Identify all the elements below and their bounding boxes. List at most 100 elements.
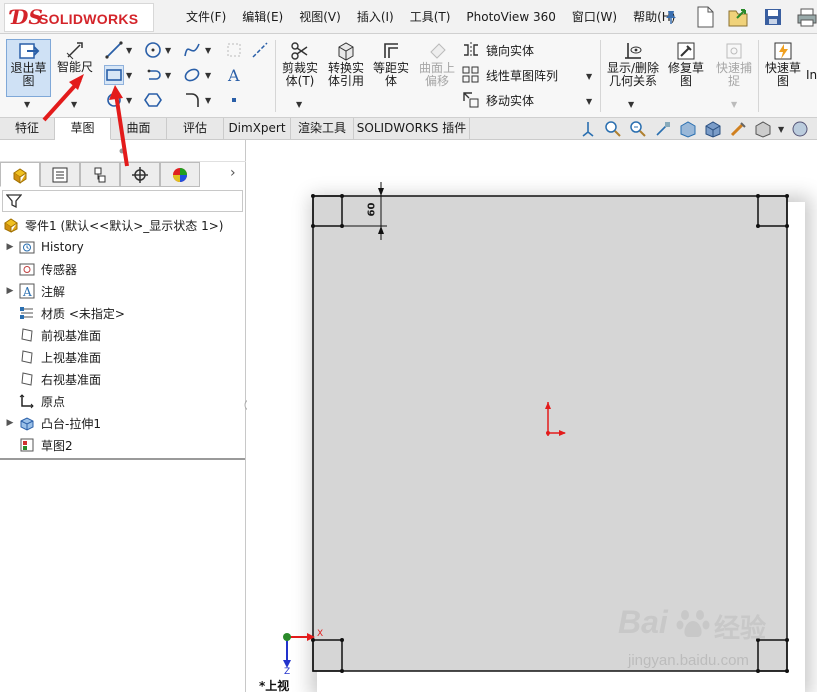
tree-item-right-plane[interactable]: 右视基准面 [18, 368, 101, 390]
tab-solidworks-addins[interactable]: SOLIDWORKS 插件 [354, 118, 470, 139]
print-icon[interactable] [794, 4, 817, 30]
circle-dropdown-icon[interactable]: ▼ [165, 46, 171, 55]
new-file-icon[interactable] [692, 4, 718, 30]
tab-evaluate[interactable]: 评估 [167, 118, 224, 139]
tree-item-annotations[interactable]: ▶ A 注解 [2, 280, 65, 302]
open-file-icon[interactable] [726, 4, 752, 30]
move-entities-icon [463, 92, 479, 108]
point-icon[interactable] [224, 90, 244, 110]
menu-view[interactable]: 视图(V) [291, 0, 349, 34]
rectangle-icon[interactable] [104, 65, 124, 85]
view-orientation-cube-icon[interactable] [703, 120, 722, 139]
ellipse-dropdown-icon[interactable]: ▼ [205, 71, 211, 80]
menu-window[interactable]: 窗口(W) [564, 0, 625, 34]
feature-tree-icon [13, 167, 27, 184]
previous-view-icon[interactable] [653, 120, 672, 139]
smart-dimension-button[interactable]: 智能尺 [54, 39, 96, 97]
exit-sketch-button[interactable]: 退出草 图 [6, 39, 51, 97]
view-orient-icon[interactable] [578, 120, 597, 139]
property-manager-tab[interactable] [40, 162, 80, 187]
exit-sketch-dropdown-icon[interactable]: ▼ [24, 100, 30, 109]
tab-dimxpert[interactable]: DimXpert [224, 118, 291, 139]
save-icon[interactable] [760, 4, 786, 30]
display-relations-dropdown-icon[interactable]: ▼ [628, 100, 634, 109]
surface-offset-label: 曲面上 偏移 [418, 61, 455, 88]
tree-item-origin[interactable]: 原点 [18, 390, 65, 412]
panel-tabs-more-icon[interactable]: › [230, 165, 236, 181]
zoom-to-fit-icon[interactable] [603, 120, 622, 139]
dimension-value[interactable]: 60 [366, 203, 377, 217]
tree-item-top-plane[interactable]: 上视基准面 [18, 346, 101, 368]
configuration-manager-tab[interactable] [80, 162, 120, 187]
expand-arrow-icon[interactable]: ▶ [2, 418, 18, 428]
hide-show-items-icon[interactable] [753, 120, 772, 139]
tree-item-boss-extrude[interactable]: ▶ 凸台-拉伸1 [2, 412, 101, 434]
tab-surfaces[interactable]: 曲面 [111, 118, 167, 139]
menu-file[interactable]: 文件(F) [178, 0, 234, 34]
rapid-sketch-button[interactable]: 快速草 图 [762, 40, 804, 88]
tree-item-front-plane[interactable]: 前视基准面 [18, 324, 101, 346]
move-dropdown-icon[interactable]: ▼ [586, 97, 592, 106]
spline-icon[interactable] [182, 40, 202, 60]
section-view-icon[interactable] [678, 120, 697, 139]
pin-icon[interactable] [658, 4, 684, 30]
tree-item-sketch2[interactable]: 草图2 [18, 434, 73, 456]
zoom-area-icon[interactable] [628, 120, 647, 139]
hide-show-dropdown-icon[interactable]: ▼ [778, 125, 784, 134]
expand-arrow-icon[interactable]: ▶ [2, 286, 18, 296]
trim-entities-button[interactable]: 剪裁实 体(T) [279, 40, 321, 88]
feature-manager-tab[interactable] [0, 162, 40, 187]
repair-sketch-button[interactable]: 修复草 图 [666, 40, 706, 88]
line-icon[interactable] [104, 40, 124, 60]
polygon-icon[interactable] [143, 90, 163, 110]
menu-photoview[interactable]: PhotoView 360 [458, 0, 563, 34]
menu-tools[interactable]: 工具(T) [402, 0, 459, 34]
fillet-dropdown-icon[interactable]: ▼ [126, 96, 132, 105]
smart-dimension-dropdown-icon[interactable]: ▼ [71, 100, 77, 109]
panel-grip[interactable] [0, 140, 246, 162]
menu-edit[interactable]: 编辑(E) [234, 0, 291, 34]
display-delete-relations-button[interactable]: 显示/删除 几何关系 [604, 40, 662, 88]
solidworks-logo[interactable]: ƊS SOLIDWORKS [4, 3, 154, 32]
tree-item-material[interactable]: 材质 <未指定> [18, 302, 125, 324]
sketch-fillet-icon[interactable] [182, 90, 202, 110]
ellipse-icon[interactable] [182, 65, 202, 85]
tree-root-part[interactable]: 零件1 (默认<<默认>_显示状态 1>) [2, 214, 223, 236]
tree-item-history[interactable]: ▶ History [2, 236, 84, 258]
tree-item-label: 前视基准面 [41, 328, 102, 343]
tree-item-sensors[interactable]: 传感器 [18, 258, 77, 280]
fillet-icon[interactable] [104, 90, 124, 110]
expand-arrow-icon[interactable]: ▶ [2, 242, 18, 252]
centerline-icon[interactable] [250, 40, 270, 60]
display-manager-tab[interactable] [160, 162, 200, 187]
linear-sketch-pattern-button[interactable]: 线性草图阵列 [462, 66, 558, 84]
tab-features[interactable]: 特征 [0, 118, 55, 139]
line-dropdown-icon[interactable]: ▼ [126, 46, 132, 55]
menu-insert[interactable]: 插入(I) [349, 0, 402, 34]
rectangle-dropdown-icon[interactable]: ▼ [126, 71, 132, 80]
edit-appearance-icon[interactable] [790, 120, 809, 139]
linear-pattern-dropdown-icon[interactable]: ▼ [586, 72, 592, 81]
offset-entities-button[interactable]: 等距实 体 [370, 40, 412, 88]
slot-dropdown-icon[interactable]: ▼ [165, 71, 171, 80]
mirror-entities-button[interactable]: 镜向实体 [462, 41, 534, 59]
dimxpert-manager-tab[interactable] [120, 162, 160, 187]
move-entities-button[interactable]: 移动实体 [462, 91, 534, 109]
repair-sketch-icon [677, 42, 695, 60]
sketch-fillet-dropdown-icon[interactable]: ▼ [205, 96, 211, 105]
display-style-icon[interactable] [728, 120, 747, 139]
spline-dropdown-icon[interactable]: ▼ [205, 46, 211, 55]
convert-entities-button[interactable]: 转换实 体引用 [324, 40, 368, 88]
text-icon[interactable]: A [224, 65, 244, 85]
tree-filter[interactable] [2, 190, 243, 212]
ribbon-overflow[interactable]: In [806, 68, 817, 82]
slot-icon[interactable] [143, 65, 163, 85]
trim-dropdown-icon[interactable]: ▼ [296, 100, 302, 109]
axis-z-label: Z [284, 667, 291, 677]
tab-render-tools[interactable]: 渲染工具 [291, 118, 354, 139]
linear-pattern-label: 线性草图阵列 [486, 68, 559, 83]
circle-icon[interactable] [143, 40, 163, 60]
tab-sketch[interactable]: 草图 [55, 118, 111, 140]
quick-snaps-icon [726, 43, 742, 59]
extrude-icon [18, 414, 36, 432]
